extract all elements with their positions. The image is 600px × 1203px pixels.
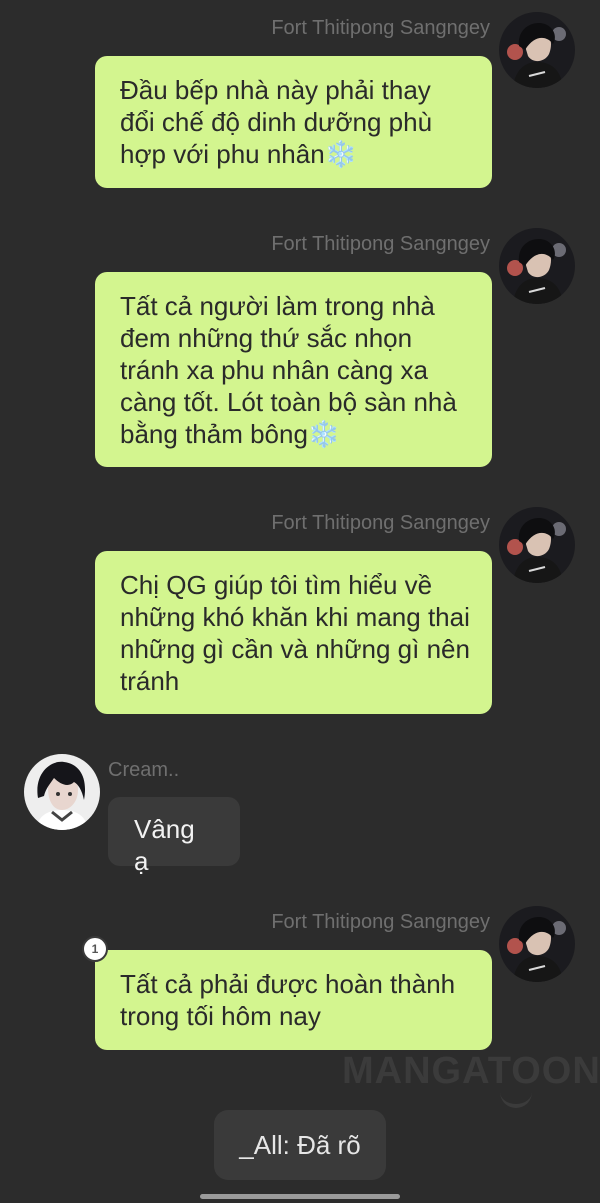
home-indicator[interactable]	[200, 1194, 400, 1199]
sender-name: Cream..	[108, 759, 180, 781]
portrait-icon	[499, 228, 575, 304]
sender-name: Fort Thitipong Sangngey	[271, 911, 490, 933]
portrait-icon	[499, 507, 575, 583]
avatar[interactable]	[499, 12, 575, 88]
avatar[interactable]	[499, 906, 575, 982]
sender-name: Fort Thitipong Sangngey	[271, 512, 490, 534]
watermark: MANGATOON	[342, 1050, 600, 1092]
avatar[interactable]	[499, 507, 575, 583]
avatar[interactable]	[24, 754, 100, 830]
watermark-smile-icon	[500, 1090, 532, 1108]
message-bubble[interactable]: Vâng ạ	[108, 797, 240, 876]
portrait-icon	[499, 906, 575, 982]
read-count-badge: 1	[82, 936, 108, 962]
message-bubble[interactable]: Tất cả người làm trong nhà đem những thứ…	[95, 272, 492, 467]
message-bubble[interactable]: Chị QG giúp tôi tìm hiểu về những khó kh…	[95, 551, 492, 714]
sender-name: Fort Thitipong Sangngey	[271, 233, 490, 255]
avatar[interactable]	[499, 228, 575, 304]
system-message: _All: Đã rõ	[214, 1110, 386, 1180]
message-bubble[interactable]: Đầu bếp nhà này phải thay đổi chế độ din…	[95, 56, 492, 188]
sender-name: Fort Thitipong Sangngey	[271, 17, 490, 39]
message-bubble[interactable]: Tất cả phải được hoàn thành trong tối hô…	[95, 950, 492, 1050]
portrait-icon	[24, 754, 100, 830]
portrait-icon	[499, 12, 575, 88]
